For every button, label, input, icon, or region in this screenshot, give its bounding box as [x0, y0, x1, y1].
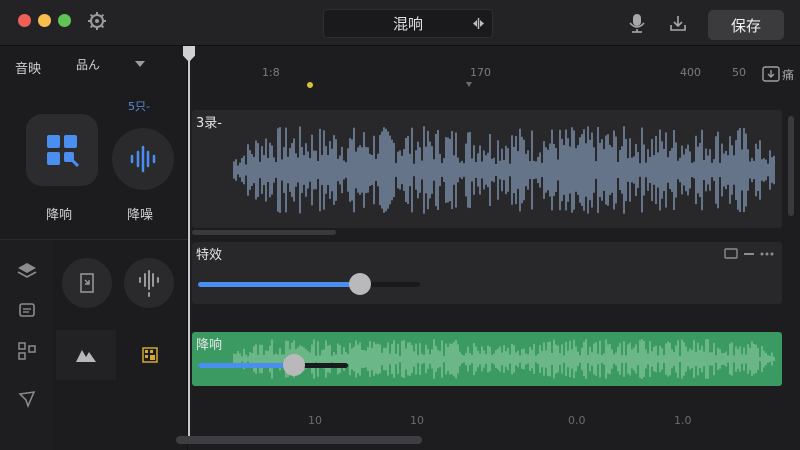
download-icon[interactable] [666, 11, 690, 35]
bottom-ruler-tick: 1.0 [674, 414, 692, 427]
bottom-ruler-tick: 10 [308, 414, 322, 427]
effect-track[interactable]: 特效 [192, 242, 782, 304]
track-type-value: 品ん [76, 57, 101, 72]
effect-title-selector[interactable]: 混响 [323, 9, 493, 38]
ruler-tick: 1:8 [262, 66, 280, 79]
audio-waveform[interactable] [192, 120, 782, 220]
effect-track-tools [724, 248, 774, 260]
minus-icon[interactable] [744, 252, 754, 256]
effect-slider-fill [198, 282, 361, 287]
save-button[interactable]: 保存 [708, 10, 784, 40]
chevron-down-icon[interactable] [135, 60, 145, 68]
audio-track[interactable]: 3录- [192, 110, 782, 228]
mountain-tool[interactable] [56, 330, 116, 380]
vertical-scrollbar[interactable] [788, 116, 794, 216]
waveform-tool-button[interactable] [124, 258, 174, 308]
export-icon[interactable] [762, 66, 780, 82]
marker-dot [307, 82, 313, 88]
frame-button[interactable] [62, 258, 112, 308]
effect-slider[interactable] [198, 273, 420, 295]
more-icon[interactable] [760, 252, 774, 256]
ruler-tick: 400 [680, 66, 701, 79]
horizontal-scrollbar[interactable] [176, 436, 422, 444]
close-window-button[interactable] [18, 14, 31, 27]
table-tool[interactable] [120, 330, 180, 380]
playhead[interactable] [183, 46, 195, 436]
comment-icon[interactable] [724, 248, 738, 260]
effect-slider-handle[interactable] [349, 273, 372, 295]
effect-track-title: 特效 [196, 248, 223, 263]
track-type-label: 音映 [15, 62, 42, 77]
noise-slider-fill [198, 363, 294, 368]
track-scrollbar[interactable] [192, 230, 336, 235]
mic-icon[interactable] [625, 11, 649, 35]
title-bar: 混响 保存 [0, 0, 800, 46]
waveform-icon [139, 270, 159, 297]
gear-icon[interactable] [84, 8, 110, 34]
denoise-button[interactable] [26, 114, 98, 186]
noise-track[interactable]: 降响 [192, 332, 782, 386]
layers-icon[interactable] [16, 260, 38, 282]
mountain-icon [76, 350, 96, 362]
message-icon[interactable] [16, 300, 38, 322]
pen-icon[interactable] [16, 388, 38, 410]
frame-icon [80, 273, 94, 293]
noise-waveform[interactable] [192, 332, 782, 386]
noise-slider-handle[interactable] [283, 354, 305, 376]
effect-count: 5只- [128, 100, 150, 113]
grid-icon[interactable] [16, 340, 38, 362]
marker-tick [466, 82, 472, 87]
timeline-area: 1:8 170 400 50 痛 3录- 特效 降响 10 10 0.0 1.0 [183, 46, 800, 450]
bottom-ruler-tick: 0.0 [568, 414, 586, 427]
noise-reduce-label: 降噪 [127, 208, 154, 223]
noise-track-title: 降响 [196, 338, 223, 353]
noise-reduce-button[interactable] [112, 128, 174, 190]
ruler-tick: 50 [732, 66, 746, 79]
denoise-grid-icon [47, 135, 79, 167]
waveform-icon [130, 145, 156, 173]
ruler-tick: 170 [470, 66, 491, 79]
swap-icon[interactable] [471, 16, 486, 31]
bottom-ruler-tick: 10 [410, 414, 424, 427]
minimize-window-button[interactable] [38, 14, 51, 27]
table-icon [142, 347, 158, 363]
tool-rail [0, 240, 54, 450]
sidebar: 音映 品ん 5只- 降响 降噪 [0, 46, 188, 450]
effect-title: 混响 [392, 15, 423, 33]
denoise-label: 降响 [46, 208, 73, 223]
maximize-window-button[interactable] [58, 14, 71, 27]
export-label: 痛 [782, 68, 795, 82]
noise-slider[interactable] [198, 354, 348, 376]
